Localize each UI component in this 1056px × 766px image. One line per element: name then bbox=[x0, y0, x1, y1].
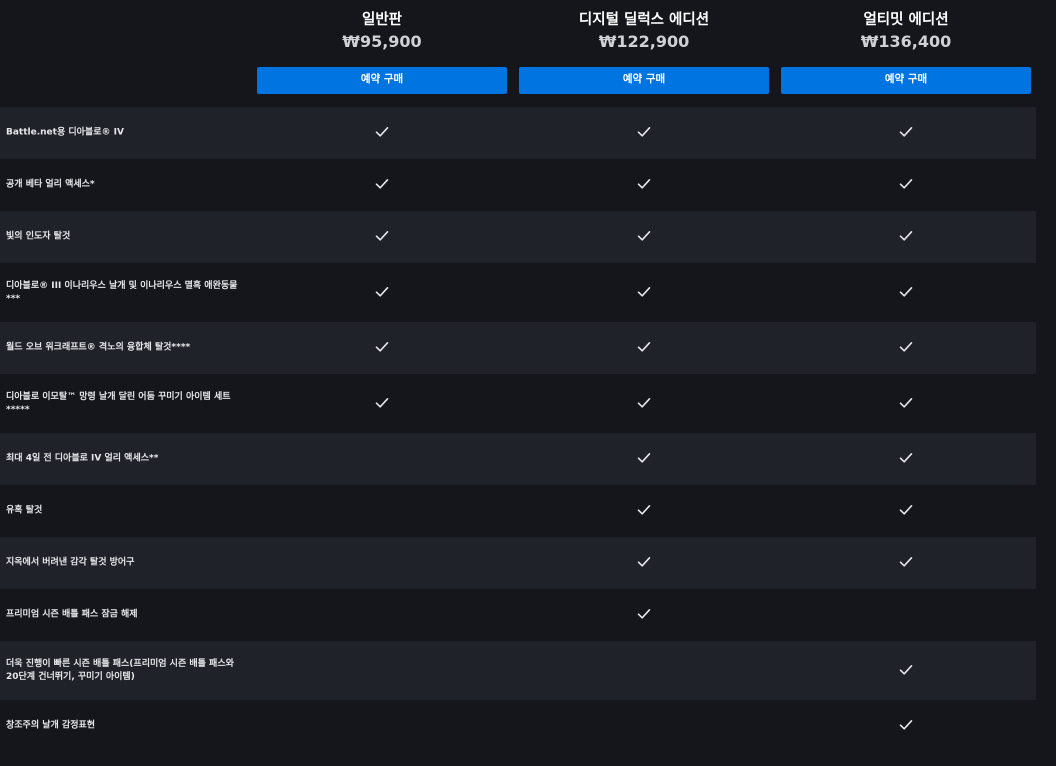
check-icon bbox=[637, 504, 651, 516]
edition-price: ₩136,400 bbox=[860, 32, 952, 51]
feature-row: 유혹 탈것 bbox=[0, 485, 1036, 537]
feature-label: 최대 4일 전 디아블로 IV 얼리 액세스** bbox=[6, 453, 159, 464]
feature-row: 디아블로 이모탈™ 망령 날개 달린 어둠 꾸미기 아이템 세트***** bbox=[0, 374, 1036, 433]
feature-row: Battle.net용 디아블로® IV bbox=[0, 107, 1036, 159]
feature-label: 창조주의 날개 감정표현 bbox=[6, 720, 96, 731]
feature-label: 공개 베타 얼리 액세스* bbox=[6, 179, 95, 190]
check-icon bbox=[899, 230, 913, 242]
check-icon bbox=[637, 341, 651, 353]
edition-comparison-page: 일반판 ₩95,900 예약 구매 디지털 딜럭스 에디션 ₩122,900 예… bbox=[0, 0, 1056, 766]
feature-row: 월드 오브 워크래프트® 격노의 융합체 탈것**** bbox=[0, 322, 1036, 374]
feature-label: Battle.net용 디아블로® IV bbox=[6, 127, 124, 138]
check-icon bbox=[375, 397, 389, 409]
edition-price: ₩122,900 bbox=[598, 32, 690, 51]
check-icon bbox=[899, 452, 913, 464]
check-icon bbox=[899, 126, 913, 138]
edition-name: 디지털 딜럭스 에디션 bbox=[578, 12, 710, 28]
feature-row: 빛의 인도자 탈것 bbox=[0, 211, 1036, 263]
feature-label: 더욱 진행이 빠른 시즌 배틀 패스(프리미엄 시즌 배틀 패스와 20단계 건… bbox=[6, 658, 234, 682]
check-icon bbox=[637, 178, 651, 190]
feature-label: 유혹 탈것 bbox=[6, 505, 43, 516]
check-icon bbox=[637, 126, 651, 138]
feature-row: 창조주의 날개 감정표현 bbox=[0, 700, 1036, 752]
check-icon bbox=[637, 397, 651, 409]
edition-header: 일반판 ₩95,900 예약 구매 디지털 딜럭스 에디션 ₩122,900 예… bbox=[0, 0, 1056, 107]
check-icon bbox=[899, 397, 913, 409]
check-icon bbox=[375, 230, 389, 242]
feature-row: 지옥에서 버려낸 감각 탈것 방어구 bbox=[0, 537, 1036, 589]
preorder-button-standard[interactable]: 예약 구매 bbox=[257, 67, 507, 94]
check-icon bbox=[375, 178, 389, 190]
edition-price: ₩95,900 bbox=[342, 32, 422, 51]
check-icon bbox=[899, 719, 913, 731]
check-icon bbox=[375, 286, 389, 298]
check-icon bbox=[375, 341, 389, 353]
feature-label: 월드 오브 워크래프트® 격노의 융합체 탈것**** bbox=[6, 342, 191, 353]
check-icon bbox=[899, 341, 913, 353]
feature-row: 최대 4일 전 디아블로 IV 얼리 액세스** bbox=[0, 433, 1036, 485]
feature-label: 프리미엄 시즌 배틀 패스 잠금 해제 bbox=[6, 609, 138, 620]
check-icon bbox=[637, 608, 651, 620]
feature-row: 공개 베타 얼리 액세스* bbox=[0, 159, 1036, 211]
edition-name: 얼티밋 에디션 bbox=[863, 12, 949, 28]
preorder-button-ultimate[interactable]: 예약 구매 bbox=[781, 67, 1031, 94]
feature-row: 더욱 진행이 빠른 시즌 배틀 패스(프리미엄 시즌 배틀 패스와 20단계 건… bbox=[0, 641, 1036, 700]
check-icon bbox=[899, 664, 913, 676]
feature-label: 디아블로® III 이나리우스 날개 및 이나리우스 멸흑 애완동물*** bbox=[6, 280, 238, 304]
preorder-button-deluxe[interactable]: 예약 구매 bbox=[519, 67, 769, 94]
check-icon bbox=[637, 230, 651, 242]
check-icon bbox=[637, 452, 651, 464]
check-icon bbox=[899, 504, 913, 516]
feature-row: 디아블로® III 이나리우스 날개 및 이나리우스 멸흑 애완동물*** bbox=[0, 263, 1036, 322]
check-icon bbox=[899, 178, 913, 190]
feature-label: 빛의 인도자 탈것 bbox=[6, 231, 71, 242]
check-icon bbox=[637, 286, 651, 298]
check-icon bbox=[375, 126, 389, 138]
feature-row: 프리미엄 시즌 배틀 패스 잠금 해제 bbox=[0, 589, 1036, 641]
check-icon bbox=[899, 286, 913, 298]
edition-name: 일반판 bbox=[361, 12, 403, 28]
feature-label: 지옥에서 버려낸 감각 탈것 방어구 bbox=[6, 557, 135, 568]
check-icon bbox=[899, 556, 913, 568]
feature-table: Battle.net용 디아블로® IV 공개 베타 얼리 액세스* 빛의 인도… bbox=[0, 107, 1036, 752]
feature-label: 디아블로 이모탈™ 망령 날개 달린 어둠 꾸미기 아이템 세트***** bbox=[6, 391, 231, 415]
check-icon bbox=[637, 556, 651, 568]
